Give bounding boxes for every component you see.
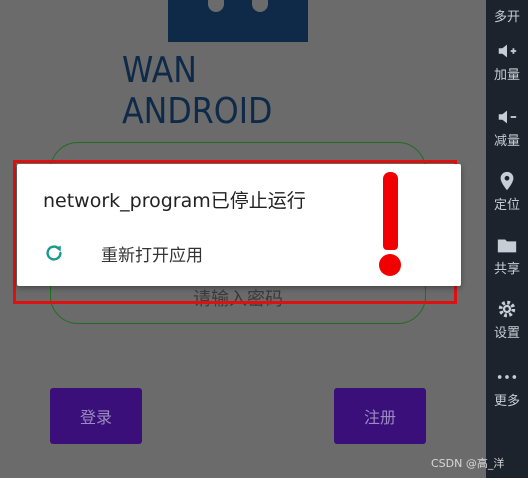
app-logo-text: WAN ANDROID — [122, 50, 273, 132]
watermark: CSDN @高_洋 — [431, 457, 505, 470]
tool-volume-down[interactable]: 减量 — [486, 106, 528, 149]
tool-multi-instance[interactable]: 多开 — [486, 4, 528, 25]
tool-label: 更多 — [493, 394, 520, 409]
register-button[interactable]: 注册 — [334, 388, 426, 444]
login-button[interactable]: 登录 — [50, 388, 142, 444]
location-icon — [496, 170, 518, 192]
tool-more[interactable]: 更多 — [486, 366, 528, 409]
reopen-app-action[interactable]: 重新打开应用 — [43, 238, 203, 268]
refresh-icon — [43, 242, 65, 264]
tool-volume-up[interactable]: 加量 — [486, 40, 528, 83]
exclamation-annotation-icon — [374, 172, 406, 280]
volume-down-icon — [496, 106, 518, 128]
tool-label: 减量 — [493, 134, 520, 149]
gear-icon — [496, 298, 518, 320]
tool-label: 定位 — [493, 198, 520, 213]
tool-label: 加量 — [493, 68, 520, 83]
tool-settings[interactable]: 设置 — [486, 298, 528, 341]
emulator-side-toolbar: 多开 加量 减量 定位 共享 设置 更多 — [486, 0, 528, 478]
tool-location[interactable]: 定位 — [486, 170, 528, 213]
tool-label: 共享 — [493, 262, 520, 277]
folder-icon — [496, 234, 518, 256]
app-logo-graphic — [168, 0, 308, 42]
tool-label: 多开 — [493, 10, 520, 25]
tool-label: 设置 — [493, 326, 520, 341]
tool-share[interactable]: 共享 — [486, 234, 528, 277]
dialog-title: network_program已停止运行 — [43, 190, 306, 212]
reopen-app-label: 重新打开应用 — [101, 245, 203, 266]
more-icon — [496, 366, 518, 388]
volume-up-icon — [496, 40, 518, 62]
